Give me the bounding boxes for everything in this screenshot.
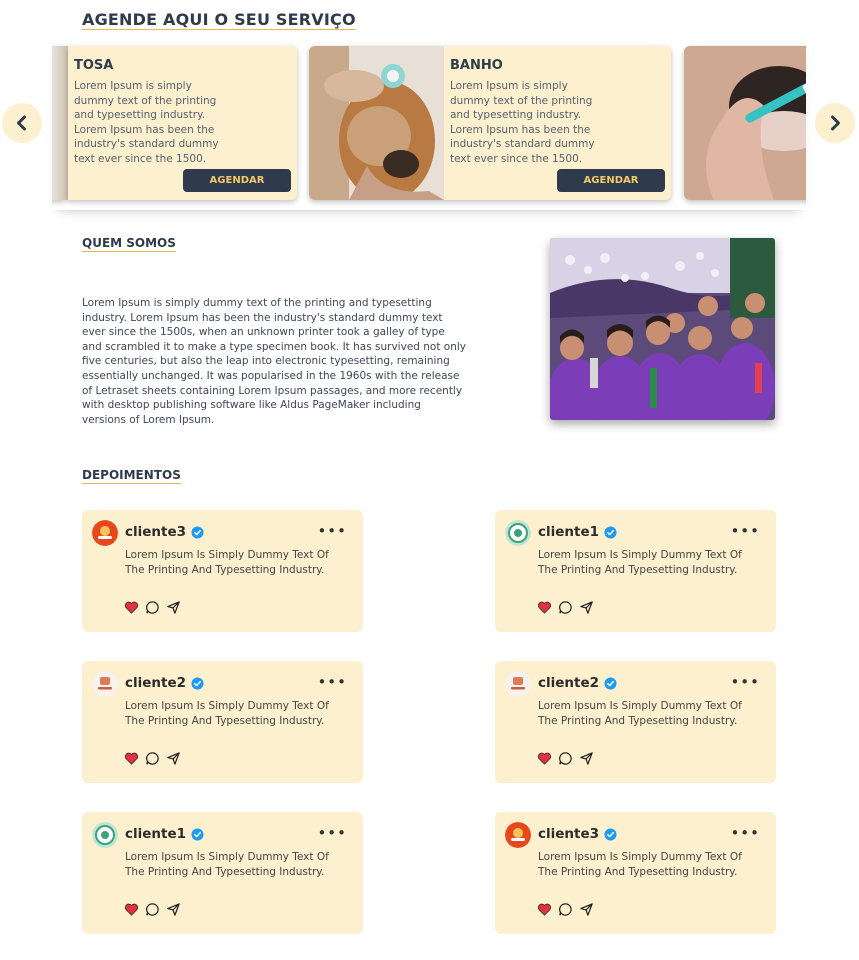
service-name: BANHO <box>450 58 503 73</box>
share-icon[interactable] <box>166 600 181 615</box>
testimonial-text: Lorem Ipsum Is Simply Dummy Text Of The … <box>125 700 329 727</box>
testimonial-author: cliente1 <box>125 826 187 842</box>
verified-badge-icon <box>604 677 617 690</box>
more-options-icon[interactable]: ••• <box>730 673 760 691</box>
testimonial-actions <box>124 902 181 917</box>
more-options-icon[interactable]: ••• <box>317 522 347 540</box>
testimonial-card: cliente2 ••• Lorem Ipsum Is Simply Dummy T… <box>495 661 776 783</box>
avatar <box>92 671 118 697</box>
share-icon[interactable] <box>166 751 181 766</box>
heart-icon[interactable] <box>124 600 139 615</box>
service-card-partial-right <box>684 46 806 200</box>
avatar <box>92 822 118 848</box>
service-photo-fragment <box>52 46 68 200</box>
share-icon[interactable] <box>579 902 594 917</box>
avatar <box>505 520 531 546</box>
agende-section-title: AGENDE AQUI O SEU SERVIÇO <box>82 10 356 29</box>
more-options-icon[interactable]: ••• <box>317 824 347 842</box>
more-options-icon[interactable]: ••• <box>317 673 347 691</box>
testimonial-actions <box>537 902 594 917</box>
testimonial-author: cliente2 <box>125 675 187 691</box>
testimonial-text: Lorem Ipsum Is Simply Dummy Text Of The … <box>538 549 742 576</box>
testimonial-card: cliente1 ••• Lorem Ipsum Is Simply Dummy T… <box>82 812 363 934</box>
about-text: Lorem Ipsum is simply dummy text of the … <box>82 297 467 426</box>
chevron-right-icon <box>831 115 840 131</box>
verified-badge-icon <box>191 677 204 690</box>
testimonial-card: cliente3 ••• Lorem Ipsum Is Simply Dummy T… <box>82 510 363 632</box>
testimonial-actions <box>537 751 594 766</box>
testimonial-author: cliente3 <box>538 826 600 842</box>
depoimentos-title: DEPOIMENTOS <box>82 468 181 482</box>
verified-badge-icon <box>191 828 204 841</box>
service-name: TOSA <box>74 58 114 73</box>
testimonial-text: Lorem Ipsum Is Simply Dummy Text Of The … <box>538 851 742 878</box>
comment-icon[interactable] <box>558 902 573 917</box>
comment-icon[interactable] <box>558 751 573 766</box>
testimonial-card: cliente3 ••• Lorem Ipsum Is Simply Dummy T… <box>495 812 776 934</box>
carousel-next-button[interactable] <box>815 103 855 143</box>
service-card-tosa: TOSA Lorem Ipsum is simply dummy text of… <box>68 46 297 200</box>
services-carousel: TOSA Lorem Ipsum is simply dummy text of… <box>52 40 806 210</box>
dog-bath-photo <box>309 46 444 200</box>
quem-somos-title: QUEM SOMOS <box>82 236 176 250</box>
carousel-prev-button[interactable] <box>2 103 42 143</box>
comment-icon[interactable] <box>145 600 160 615</box>
verified-badge-icon <box>191 526 204 539</box>
comment-icon[interactable] <box>145 751 160 766</box>
avatar <box>505 822 531 848</box>
share-icon[interactable] <box>579 751 594 766</box>
verified-badge-icon <box>604 526 617 539</box>
chevron-left-icon <box>17 115 26 131</box>
avatar <box>505 671 531 697</box>
heart-icon[interactable] <box>124 751 139 766</box>
testimonial-actions <box>537 600 594 615</box>
team-photo <box>550 238 775 420</box>
testimonial-text: Lorem Ipsum Is Simply Dummy Text Of The … <box>125 851 329 878</box>
share-icon[interactable] <box>579 600 594 615</box>
comment-icon[interactable] <box>145 902 160 917</box>
testimonial-card: cliente2 ••• Lorem Ipsum Is Simply Dummy T… <box>82 661 363 783</box>
testimonial-author: cliente2 <box>538 675 600 691</box>
testimonial-author: cliente1 <box>538 524 600 540</box>
dog-teeth-photo <box>684 46 806 200</box>
testimonial-actions <box>124 751 181 766</box>
comment-icon[interactable] <box>558 600 573 615</box>
service-description: Lorem Ipsum is simply dummy text of the … <box>74 80 219 165</box>
heart-icon[interactable] <box>124 902 139 917</box>
testimonial-text: Lorem Ipsum Is Simply Dummy Text Of The … <box>538 700 742 727</box>
testimonial-actions <box>124 600 181 615</box>
testimonial-text: Lorem Ipsum Is Simply Dummy Text Of The … <box>125 549 329 576</box>
heart-icon[interactable] <box>537 751 552 766</box>
agendar-button-banho[interactable]: AGENDAR <box>557 169 665 192</box>
agendar-button-tosa[interactable]: AGENDAR <box>183 169 291 192</box>
share-icon[interactable] <box>166 902 181 917</box>
more-options-icon[interactable]: ••• <box>730 824 760 842</box>
testimonial-card: cliente1 ••• Lorem Ipsum Is Simply Dummy T… <box>495 510 776 632</box>
service-description: Lorem Ipsum is simply dummy text of the … <box>450 80 595 165</box>
avatar <box>92 520 118 546</box>
testimonial-author: cliente3 <box>125 524 187 540</box>
service-card-banho: BANHO Lorem Ipsum is simply dummy text o… <box>309 46 671 200</box>
more-options-icon[interactable]: ••• <box>730 522 760 540</box>
heart-icon[interactable] <box>537 600 552 615</box>
heart-icon[interactable] <box>537 902 552 917</box>
verified-badge-icon <box>604 828 617 841</box>
